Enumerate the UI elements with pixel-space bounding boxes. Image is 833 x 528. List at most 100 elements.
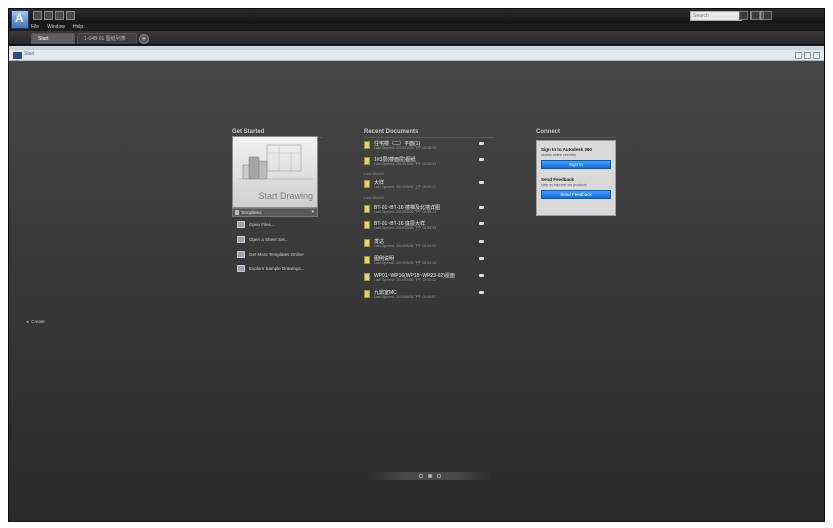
recent-documents-heading: Recent Documents	[364, 129, 419, 135]
pin-icon[interactable]	[479, 206, 484, 209]
recent-document-item[interactable]: BT-01~BT-16 楼梯及北墙详图 Last Opened: 2019/09…	[364, 204, 494, 216]
open-icon[interactable]	[44, 11, 53, 20]
get-templates-link[interactable]: Get More Templates Online	[237, 249, 304, 259]
undo-icon[interactable]	[55, 11, 64, 20]
feedback-description: Help us improve our products	[541, 183, 587, 187]
templates-dropdown[interactable]: Templates ▾	[232, 208, 318, 217]
dwg-file-icon	[364, 239, 370, 247]
group-label: Last Month	[364, 195, 384, 200]
page-indicator	[367, 472, 492, 480]
recent-document-item[interactable]: 九鼎室MC Last Opened: 2019/09/26 下午 02:50:5…	[364, 289, 494, 301]
sign-in-title: Sign In to Autodesk 360	[541, 147, 592, 152]
menu-window[interactable]: Window	[47, 23, 65, 31]
autocad-window: Search A File Window Help Start 1-04B 01…	[8, 8, 825, 522]
document-timestamp: Last Opened: 2019/09/26 下午 02:51:12	[374, 278, 437, 282]
create-expander[interactable]: ◂ Create	[26, 319, 45, 325]
page-dot-extra[interactable]	[436, 474, 441, 478]
minimize-icon[interactable]	[739, 11, 748, 20]
dwg-file-icon	[364, 205, 370, 213]
maximize-icon[interactable]	[751, 11, 760, 20]
pin-icon[interactable]	[479, 240, 484, 243]
document-timestamp: Last Opened: 2019/09/26 下午 02:58:21	[374, 210, 437, 214]
document-timestamp: Last Opened: 2019/09/26 下午 02:50:57	[374, 295, 437, 299]
document-timestamp: Last Opened: 2019/09/26 下午 02:51:45	[374, 261, 437, 265]
tab-start[interactable]: Start	[31, 33, 75, 44]
connect-panel: Sign In to Autodesk 360 access online se…	[536, 140, 616, 216]
app-menu-button[interactable]: A	[11, 10, 29, 29]
menu-bar: File Window Help	[9, 23, 824, 31]
get-templates-label: Get More Templates Online	[249, 251, 304, 257]
autocad-logo-icon: A	[15, 11, 24, 25]
recent-document-item[interactable]: 住宅楼（二）平面(1) Last Opened: 2019/10/28 下午 0…	[364, 140, 494, 152]
explore-samples-label: Explore Sample Drawings...	[249, 265, 305, 271]
nav-label: Start	[24, 51, 35, 57]
tab-drawing[interactable]: 1-04B 01 图纸列表	[77, 33, 137, 44]
new-icon[interactable]	[33, 11, 42, 20]
feedback-title: Send Feedback	[541, 177, 575, 182]
open-files-label: Open Files...	[249, 221, 275, 227]
pin-icon[interactable]	[479, 158, 484, 161]
home-icon[interactable]	[13, 52, 22, 59]
redo-icon[interactable]	[66, 11, 75, 20]
dwg-file-icon	[364, 157, 370, 165]
dwg-file-icon	[364, 180, 370, 188]
open-files-link[interactable]: Open Files...	[237, 219, 275, 229]
get-started-heading: Get Started	[232, 129, 265, 135]
recent-document-item[interactable]: WP01~WP16(WP18~WP23-02)屋面 Last Opened: 2…	[364, 272, 494, 284]
quick-access-toolbar	[33, 11, 75, 21]
dwg-file-icon	[364, 141, 370, 149]
sign-in-description: access online services	[541, 153, 577, 157]
recent-document-item[interactable]: 图例说明 Last Opened: 2019/09/26 下午 02:51:45	[364, 255, 494, 267]
folder-icon	[237, 220, 245, 228]
sign-in-button[interactable]: Sign In	[541, 160, 611, 169]
pin-icon[interactable]	[479, 222, 484, 225]
divider	[536, 137, 616, 138]
create-label: Create	[31, 319, 45, 324]
open-sheet-set-link[interactable]: Open a Sheet Set...	[237, 234, 289, 244]
sheet-set-icon	[237, 235, 245, 243]
navigation-strip: Start	[9, 50, 824, 61]
pin-icon[interactable]	[479, 274, 484, 277]
page-dot-learn[interactable]	[418, 474, 423, 478]
new-tab-button[interactable]: +	[139, 34, 149, 44]
pin-icon[interactable]	[479, 257, 484, 260]
recent-document-item[interactable]: 大样 Last Opened: 2019/09/30 上午 09:09:17	[364, 179, 494, 191]
title-bar: Search	[9, 9, 824, 23]
pin-icon[interactable]	[479, 142, 484, 145]
close-icon[interactable]	[763, 11, 772, 20]
chevron-left-icon: ◂	[26, 319, 29, 324]
minimize-icon[interactable]	[795, 52, 802, 59]
group-label: Last Month	[364, 171, 384, 176]
explore-samples-link[interactable]: Explore Sample Drawings...	[237, 263, 305, 273]
open-sheet-set-label: Open a Sheet Set...	[249, 236, 289, 242]
dwg-file-icon	[364, 273, 370, 281]
document-timestamp: Last Opened: 2019/10/28 下午 02:38:15	[374, 146, 437, 150]
window-controls	[739, 11, 772, 20]
send-feedback-button[interactable]: Send Feedback	[541, 190, 611, 199]
document-timestamp: Last Opened: 2019/09/26 下午 02:54:33	[374, 226, 437, 230]
templates-online-icon	[237, 250, 245, 258]
start-drawing-label: Start Drawing	[258, 191, 313, 201]
pin-icon[interactable]	[479, 291, 484, 294]
document-timestamp: Last Opened: 2019/10/28 下午 02:35:41	[374, 162, 437, 166]
menu-help[interactable]: Help	[73, 23, 83, 31]
dwg-file-icon	[364, 221, 370, 229]
menu-file[interactable]: File	[31, 23, 39, 31]
divider	[364, 137, 494, 138]
connect-heading: Connect	[536, 129, 560, 135]
close-icon[interactable]	[813, 52, 820, 59]
panel-controls	[795, 52, 820, 59]
start-drawing-card[interactable]: Start Drawing	[232, 136, 318, 208]
chevron-down-icon: ▾	[311, 209, 314, 215]
pin-icon[interactable]	[479, 181, 484, 184]
restore-icon[interactable]	[804, 52, 811, 59]
template-icon	[235, 210, 239, 215]
building-sketch-icon	[239, 144, 313, 180]
recent-document-item[interactable]: 1#3层(楼面层)图纸 Last Opened: 2019/10/28 下午 0…	[364, 156, 494, 168]
templates-label: Templates	[241, 210, 262, 215]
search-input[interactable]: Search	[690, 11, 742, 21]
recent-document-item[interactable]: 发达 Last Opened: 2019/09/26 下午 02:53:02	[364, 238, 494, 250]
sample-drawings-icon	[237, 264, 245, 272]
recent-document-item[interactable]: BT-01~BT-16 底层大样 Last Opened: 2019/09/26…	[364, 220, 494, 232]
page-dot-create[interactable]	[427, 474, 432, 478]
